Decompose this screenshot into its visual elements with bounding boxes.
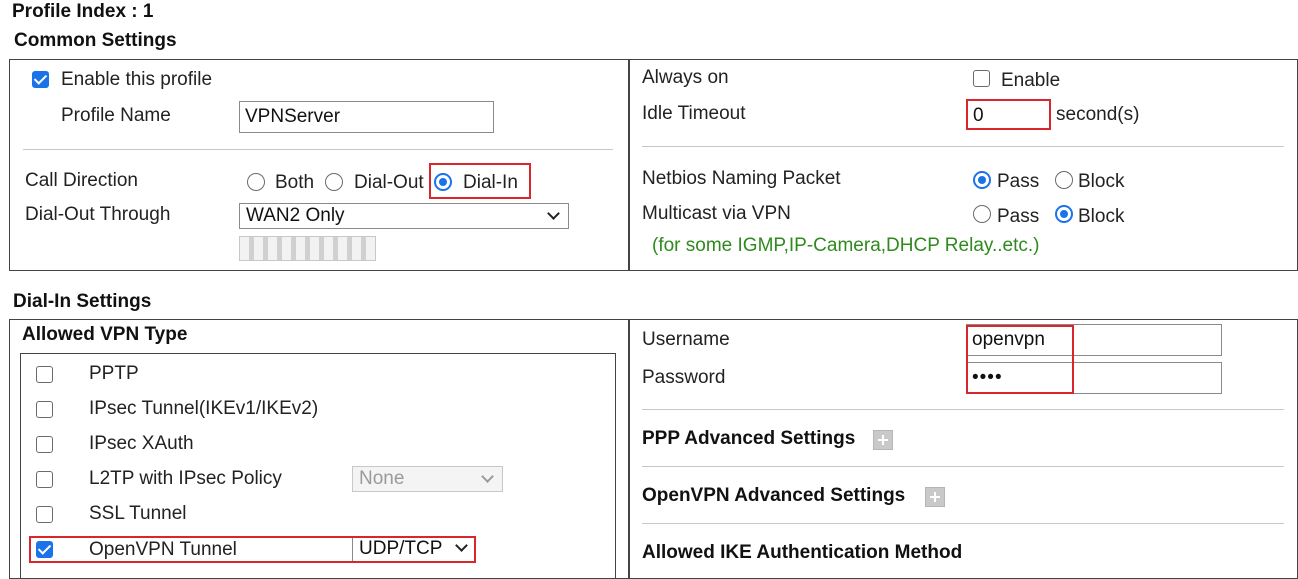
dialin-highlight xyxy=(429,163,531,199)
multicast-pass-label: Pass xyxy=(997,206,1040,227)
always-on-checkbox[interactable] xyxy=(973,70,990,87)
plus-icon[interactable] xyxy=(873,430,893,450)
netbios-pass-radio[interactable] xyxy=(973,171,991,189)
l2tp-ipsec-label: L2TP with IPsec Policy xyxy=(89,468,282,489)
always-on-enable-label: Enable xyxy=(1001,70,1061,91)
multicast-note: (for some IGMP,IP-Camera,DHCP Relay..etc… xyxy=(652,235,1040,256)
ike-auth-method-label: Allowed IKE Authentication Method xyxy=(642,542,963,563)
profile-index-title: Profile Index : 1 xyxy=(12,1,154,22)
dial-out-through-label: Dial-Out Through xyxy=(25,204,171,225)
credentials-highlight xyxy=(966,325,1074,394)
l2tp-ipsec-checkbox[interactable] xyxy=(36,471,53,488)
multicast-pass-radio[interactable] xyxy=(973,205,991,223)
l2tp-policy-value: None xyxy=(359,468,405,489)
dialin-settings-heading: Dial-In Settings xyxy=(13,291,152,312)
dialin-settings-divider xyxy=(628,319,630,579)
pptp-label: PPTP xyxy=(89,363,139,384)
idle-timeout-unit: second(s) xyxy=(1056,104,1140,125)
call-direction-both-label: Both xyxy=(275,172,315,193)
multicast-block-radio[interactable] xyxy=(1055,205,1073,223)
multicast-label: Multicast via VPN xyxy=(642,203,791,224)
call-direction-dialout-label: Dial-Out xyxy=(354,172,424,193)
divider xyxy=(642,146,1284,147)
ipsec-tunnel-checkbox[interactable] xyxy=(36,401,53,418)
ipsec-xauth-label: IPsec XAuth xyxy=(89,433,194,454)
ssl-tunnel-checkbox[interactable] xyxy=(36,506,53,523)
call-direction-dialout-radio[interactable] xyxy=(325,173,343,191)
dial-out-through-value: WAN2 Only xyxy=(246,205,345,226)
netbios-block-radio[interactable] xyxy=(1055,171,1073,189)
call-direction-label: Call Direction xyxy=(25,170,138,191)
netbios-block-label: Block xyxy=(1078,171,1125,192)
profile-name-label: Profile Name xyxy=(61,105,171,126)
password-label: Password xyxy=(642,367,726,388)
allowed-vpn-type-heading: Allowed VPN Type xyxy=(22,324,188,345)
idle-timeout-input[interactable]: 0 xyxy=(966,99,1051,130)
enable-profile-checkbox[interactable] xyxy=(32,71,49,88)
ipsec-xauth-checkbox[interactable] xyxy=(36,436,53,453)
pptp-checkbox[interactable] xyxy=(36,366,53,383)
multicast-block-label: Block xyxy=(1078,206,1125,227)
dial-out-through-select[interactable]: WAN2 Only xyxy=(239,203,569,229)
openvpn-highlight xyxy=(29,536,476,563)
divider xyxy=(642,523,1284,524)
netbios-label: Netbios Naming Packet xyxy=(642,168,841,189)
always-on-label: Always on xyxy=(642,67,729,88)
plus-icon[interactable] xyxy=(925,487,945,507)
divider xyxy=(642,409,1284,410)
divider xyxy=(642,466,1284,467)
profile-name-input[interactable]: VPNServer xyxy=(239,101,494,133)
ppp-advanced-settings-label: PPP Advanced Settings xyxy=(642,428,856,449)
common-settings-heading: Common Settings xyxy=(14,30,177,51)
netbios-pass-label: Pass xyxy=(997,171,1040,192)
openvpn-advanced-settings-label: OpenVPN Advanced Settings xyxy=(642,485,906,506)
username-label: Username xyxy=(642,329,730,350)
call-direction-both-radio[interactable] xyxy=(247,173,265,191)
common-settings-divider xyxy=(628,59,630,271)
obscured-ip-select[interactable] xyxy=(239,236,376,261)
l2tp-policy-select: None xyxy=(352,466,503,492)
idle-timeout-label: Idle Timeout xyxy=(642,103,746,124)
ssl-tunnel-label: SSL Tunnel xyxy=(89,503,187,524)
ipsec-tunnel-label: IPsec Tunnel(IKEv1/IKEv2) xyxy=(89,398,319,419)
enable-profile-label: Enable this profile xyxy=(61,69,213,90)
divider xyxy=(23,149,613,150)
